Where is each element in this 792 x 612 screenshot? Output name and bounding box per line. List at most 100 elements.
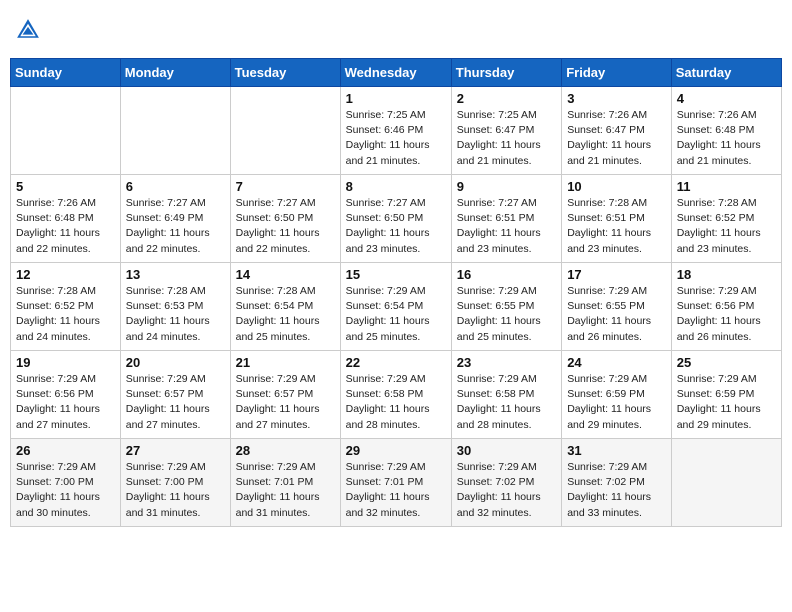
day-number: 16 [457,267,556,282]
calendar-cell: 8 Sunrise: 7:27 AMSunset: 6:50 PMDaylight… [340,175,451,263]
day-number: 17 [567,267,666,282]
day-number: 12 [16,267,115,282]
day-number: 31 [567,443,666,458]
calendar-header-row: SundayMondayTuesdayWednesdayThursdayFrid… [11,59,782,87]
day-header-wednesday: Wednesday [340,59,451,87]
calendar-cell: 9 Sunrise: 7:27 AMSunset: 6:51 PMDaylight… [451,175,561,263]
day-number: 15 [346,267,446,282]
day-number: 25 [677,355,776,370]
day-header-saturday: Saturday [671,59,781,87]
day-number: 13 [126,267,225,282]
calendar-cell: 16 Sunrise: 7:29 AMSunset: 6:55 PMDayligh… [451,263,561,351]
day-number: 20 [126,355,225,370]
day-number: 19 [16,355,115,370]
calendar-cell: 7Sunrise: 7:27 AMSunset: 6:50 PMDaylight… [230,175,340,263]
calendar-cell: 3Sunrise: 7:26 AMSunset: 6:47 PMDaylight… [562,87,672,175]
day-info: Sunrise: 7:29 AMSunset: 6:55 PMDaylight:… [457,284,556,345]
calendar-cell: 11 Sunrise: 7:28 AMSunset: 6:52 PMDayligh… [671,175,781,263]
day-header-friday: Friday [562,59,672,87]
day-info: Sunrise: 7:26 AMSunset: 6:48 PMDaylight:… [677,108,776,169]
day-info: Sunrise: 7:29 AMSunset: 7:01 PMDaylight:… [236,460,335,521]
calendar-cell: 2 Sunrise: 7:25 AMSunset: 6:47 PMDaylight… [451,87,561,175]
calendar-cell: 23 Sunrise: 7:29 AMSunset: 6:58 PMDayligh… [451,351,561,439]
day-number: 9 [457,179,556,194]
day-info: Sunrise: 7:29 AMSunset: 6:57 PMDaylight:… [126,372,225,433]
calendar-cell: 20 Sunrise: 7:29 AMSunset: 6:57 PMDayligh… [120,351,230,439]
day-number: 18 [677,267,776,282]
day-number: 1 [346,91,446,106]
day-info: Sunrise: 7:25 AMSunset: 6:47 PMDaylight:… [457,108,556,169]
day-info: Sunrise: 7:28 AMSunset: 6:53 PMDaylight:… [126,284,225,345]
calendar-cell: 15 Sunrise: 7:29 AMSunset: 6:54 PMDayligh… [340,263,451,351]
day-info: Sunrise: 7:29 AMSunset: 6:55 PMDaylight:… [567,284,666,345]
calendar-cell: 10Sunrise: 7:28 AMSunset: 6:51 PMDayligh… [562,175,672,263]
calendar-cell: 1Sunrise: 7:25 AMSunset: 6:46 PMDaylight… [340,87,451,175]
day-info: Sunrise: 7:28 AMSunset: 6:54 PMDaylight:… [236,284,335,345]
day-info: Sunrise: 7:29 AMSunset: 6:56 PMDaylight:… [16,372,115,433]
day-number: 6 [126,179,225,194]
calendar-cell: 5Sunrise: 7:26 AMSunset: 6:48 PMDaylight… [11,175,121,263]
day-info: Sunrise: 7:29 AMSunset: 6:59 PMDaylight:… [567,372,666,433]
day-info: Sunrise: 7:27 AMSunset: 6:50 PMDaylight:… [346,196,446,257]
day-info: Sunrise: 7:29 AMSunset: 7:02 PMDaylight:… [567,460,666,521]
calendar-cell: 28 Sunrise: 7:29 AMSunset: 7:01 PMDayligh… [230,439,340,527]
day-number: 29 [346,443,446,458]
calendar-cell: 6 Sunrise: 7:27 AMSunset: 6:49 PMDaylight… [120,175,230,263]
day-number: 28 [236,443,335,458]
day-number: 3 [567,91,666,106]
calendar-cell: 12 Sunrise: 7:28 AMSunset: 6:52 PMDayligh… [11,263,121,351]
week-row-5: 26 Sunrise: 7:29 AMSunset: 7:00 PMDayligh… [11,439,782,527]
day-info: Sunrise: 7:29 AMSunset: 7:02 PMDaylight:… [457,460,556,521]
calendar-cell: 29 Sunrise: 7:29 AMSunset: 7:01 PMDayligh… [340,439,451,527]
day-number: 7 [236,179,335,194]
calendar-cell: 18 Sunrise: 7:29 AMSunset: 6:56 PMDayligh… [671,263,781,351]
calendar-cell: 17 Sunrise: 7:29 AMSunset: 6:55 PMDayligh… [562,263,672,351]
day-number: 2 [457,91,556,106]
day-info: Sunrise: 7:29 AMSunset: 7:00 PMDaylight:… [126,460,225,521]
day-info: Sunrise: 7:29 AMSunset: 7:01 PMDaylight:… [346,460,446,521]
day-info: Sunrise: 7:29 AMSunset: 6:57 PMDaylight:… [236,372,335,433]
day-info: Sunrise: 7:29 AMSunset: 6:58 PMDaylight:… [346,372,446,433]
calendar-cell: 25 Sunrise: 7:29 AMSunset: 6:59 PMDayligh… [671,351,781,439]
day-number: 4 [677,91,776,106]
day-info: Sunrise: 7:27 AMSunset: 6:51 PMDaylight:… [457,196,556,257]
calendar-cell: 21 Sunrise: 7:29 AMSunset: 6:57 PMDayligh… [230,351,340,439]
page-header [10,10,782,50]
calendar-cell: 13 Sunrise: 7:28 AMSunset: 6:53 PMDayligh… [120,263,230,351]
day-header-sunday: Sunday [11,59,121,87]
day-info: Sunrise: 7:29 AMSunset: 6:54 PMDaylight:… [346,284,446,345]
day-info: Sunrise: 7:29 AMSunset: 6:59 PMDaylight:… [677,372,776,433]
day-info: Sunrise: 7:29 AMSunset: 6:58 PMDaylight:… [457,372,556,433]
day-info: Sunrise: 7:28 AMSunset: 6:52 PMDaylight:… [677,196,776,257]
day-info: Sunrise: 7:29 AMSunset: 7:00 PMDaylight:… [16,460,115,521]
day-info: Sunrise: 7:29 AMSunset: 6:56 PMDaylight:… [677,284,776,345]
calendar-cell: 27 Sunrise: 7:29 AMSunset: 7:00 PMDayligh… [120,439,230,527]
week-row-1: 1Sunrise: 7:25 AMSunset: 6:46 PMDaylight… [11,87,782,175]
logo [14,16,44,44]
day-number: 8 [346,179,446,194]
day-info: Sunrise: 7:26 AMSunset: 6:48 PMDaylight:… [16,196,115,257]
calendar-cell: 19 Sunrise: 7:29 AMSunset: 6:56 PMDayligh… [11,351,121,439]
logo-icon [14,16,42,44]
day-number: 24 [567,355,666,370]
day-number: 10 [567,179,666,194]
calendar-cell [120,87,230,175]
week-row-4: 19 Sunrise: 7:29 AMSunset: 6:56 PMDayligh… [11,351,782,439]
week-row-3: 12 Sunrise: 7:28 AMSunset: 6:52 PMDayligh… [11,263,782,351]
calendar-cell: 26 Sunrise: 7:29 AMSunset: 7:00 PMDayligh… [11,439,121,527]
calendar-cell: 24 Sunrise: 7:29 AMSunset: 6:59 PMDayligh… [562,351,672,439]
week-row-2: 5Sunrise: 7:26 AMSunset: 6:48 PMDaylight… [11,175,782,263]
day-number: 14 [236,267,335,282]
day-number: 21 [236,355,335,370]
day-number: 27 [126,443,225,458]
day-info: Sunrise: 7:27 AMSunset: 6:49 PMDaylight:… [126,196,225,257]
day-header-tuesday: Tuesday [230,59,340,87]
day-header-monday: Monday [120,59,230,87]
day-number: 26 [16,443,115,458]
calendar-cell: 22Sunrise: 7:29 AMSunset: 6:58 PMDayligh… [340,351,451,439]
day-number: 23 [457,355,556,370]
day-header-thursday: Thursday [451,59,561,87]
day-number: 11 [677,179,776,194]
day-info: Sunrise: 7:28 AMSunset: 6:52 PMDaylight:… [16,284,115,345]
calendar-cell [11,87,121,175]
